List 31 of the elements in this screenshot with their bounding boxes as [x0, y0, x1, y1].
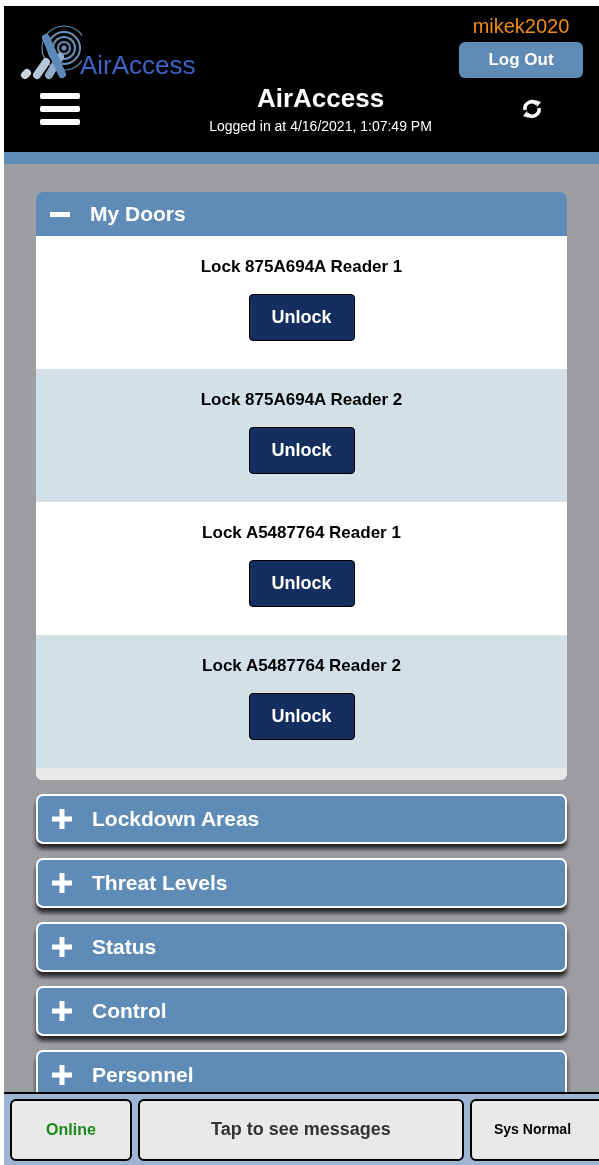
- signal-logo-icon: [20, 24, 82, 80]
- plus-icon: [52, 937, 72, 957]
- plus-icon: [52, 1065, 72, 1085]
- plus-icon: [52, 873, 72, 893]
- door-name: Lock A5487764 Reader 2: [202, 655, 401, 677]
- door-name: Lock A5487764 Reader 1: [202, 522, 401, 544]
- refresh-icon[interactable]: [521, 98, 543, 120]
- section-header[interactable]: Status: [36, 922, 567, 972]
- logo-text: AirAccess: [80, 52, 196, 78]
- minus-icon: [50, 211, 70, 217]
- unlock-button[interactable]: Unlock: [248, 560, 355, 607]
- section-header[interactable]: Control: [36, 986, 567, 1036]
- log-out-button[interactable]: Log Out: [459, 42, 583, 78]
- username: mikek2020: [472, 14, 570, 38]
- connection-status-button[interactable]: Online: [10, 1098, 132, 1161]
- menu-icon[interactable]: [40, 93, 80, 125]
- unlock-button[interactable]: Unlock: [248, 294, 355, 341]
- section-header[interactable]: Threat Levels: [36, 858, 567, 908]
- plus-icon: [52, 1001, 72, 1021]
- door-name: Lock 875A694A Reader 2: [200, 389, 403, 411]
- system-status-button[interactable]: Sys Normal: [470, 1098, 599, 1161]
- messages-button[interactable]: Tap to see messages: [138, 1098, 464, 1161]
- door-name: Lock 875A694A Reader 1: [200, 256, 403, 278]
- section-header[interactable]: Personnel: [36, 1050, 567, 1092]
- section-header[interactable]: Lockdown Areas: [36, 794, 567, 844]
- section-header[interactable]: My Doors: [36, 192, 567, 236]
- unlock-button[interactable]: Unlock: [248, 693, 355, 740]
- unlock-button[interactable]: Unlock: [248, 427, 355, 474]
- app-title: AirAccess: [256, 82, 385, 114]
- plus-icon: [52, 809, 72, 829]
- login-info: Logged in at 4/16/2021, 1:07:49 PM: [209, 117, 432, 136]
